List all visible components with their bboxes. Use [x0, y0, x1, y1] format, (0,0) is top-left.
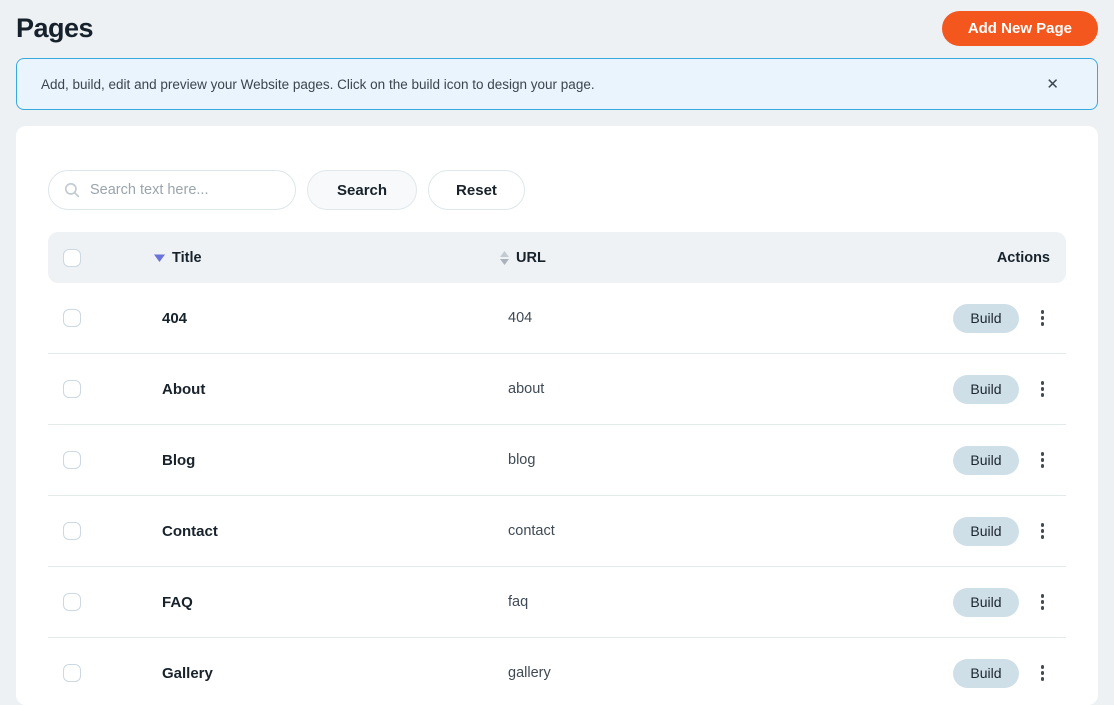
build-button[interactable]: Build	[953, 658, 1019, 688]
page-url-cell: gallery	[508, 665, 551, 681]
page-url-cell: contact	[508, 523, 555, 539]
table-row: Gallery gallery Build	[48, 638, 1066, 705]
top-bar: Pages Add New Page	[0, 0, 1114, 48]
build-button[interactable]: Build	[953, 303, 1019, 333]
row-checkbox[interactable]	[63, 664, 81, 682]
search-box	[48, 170, 296, 210]
reset-button[interactable]: Reset	[428, 170, 525, 210]
close-icon[interactable]: ✕	[1042, 73, 1063, 96]
pages-card: Search Reset Title URL Actions	[16, 126, 1098, 705]
page-title-cell: Contact	[162, 522, 218, 540]
search-button[interactable]: Search	[307, 170, 418, 210]
search-toolbar: Search Reset	[48, 170, 1066, 210]
pages-table: Title URL Actions 404 404 Build About ab…	[48, 232, 1066, 705]
page-url-cell: about	[508, 381, 545, 397]
row-checkbox[interactable]	[63, 522, 81, 540]
column-header-url[interactable]: URL	[492, 250, 916, 266]
page-title-cell: About	[162, 380, 206, 398]
table-body: 404 404 Build About about Build Blog blo…	[48, 283, 1066, 705]
info-banner-message: Add, build, edit and preview your Websit…	[41, 76, 595, 92]
info-banner: Add, build, edit and preview your Websit…	[16, 58, 1098, 110]
select-all-checkbox[interactable]	[63, 248, 81, 267]
table-row: Blog blog Build	[48, 425, 1066, 496]
row-menu-kebab-icon[interactable]	[1035, 519, 1051, 543]
page-url-cell: faq	[508, 594, 529, 610]
build-button[interactable]: Build	[953, 445, 1019, 475]
page-title-cell: Gallery	[162, 664, 213, 682]
sort-desc-icon	[154, 254, 165, 262]
page-title-cell: FAQ	[162, 593, 193, 611]
sort-both-icon	[500, 250, 509, 265]
row-menu-kebab-icon[interactable]	[1035, 377, 1051, 401]
table-row: About about Build	[48, 354, 1066, 425]
search-icon	[63, 181, 81, 199]
row-checkbox[interactable]	[63, 309, 81, 327]
build-button[interactable]: Build	[953, 587, 1019, 617]
page-url-cell: 404	[508, 310, 533, 326]
column-header-title[interactable]: Title	[146, 250, 492, 266]
row-menu-kebab-icon[interactable]	[1035, 590, 1051, 614]
table-row: 404 404 Build	[48, 283, 1066, 354]
page-title-cell: 404	[162, 309, 188, 327]
row-menu-kebab-icon[interactable]	[1035, 448, 1051, 472]
column-header-actions: Actions	[996, 249, 1050, 266]
build-button[interactable]: Build	[953, 516, 1019, 546]
row-checkbox[interactable]	[63, 380, 81, 398]
table-header: Title URL Actions	[48, 232, 1066, 283]
page-title-cell: Blog	[162, 451, 196, 469]
add-new-page-button[interactable]: Add New Page	[941, 10, 1098, 46]
row-menu-kebab-icon[interactable]	[1035, 661, 1051, 685]
page-url-cell: blog	[508, 452, 536, 468]
page-title: Pages	[16, 12, 94, 43]
table-row: Contact contact Build	[48, 496, 1066, 567]
row-checkbox[interactable]	[63, 593, 81, 611]
build-button[interactable]: Build	[953, 374, 1019, 404]
row-checkbox[interactable]	[63, 451, 81, 469]
search-input[interactable]	[90, 182, 283, 198]
row-menu-kebab-icon[interactable]	[1035, 306, 1051, 330]
table-row: FAQ faq Build	[48, 567, 1066, 638]
